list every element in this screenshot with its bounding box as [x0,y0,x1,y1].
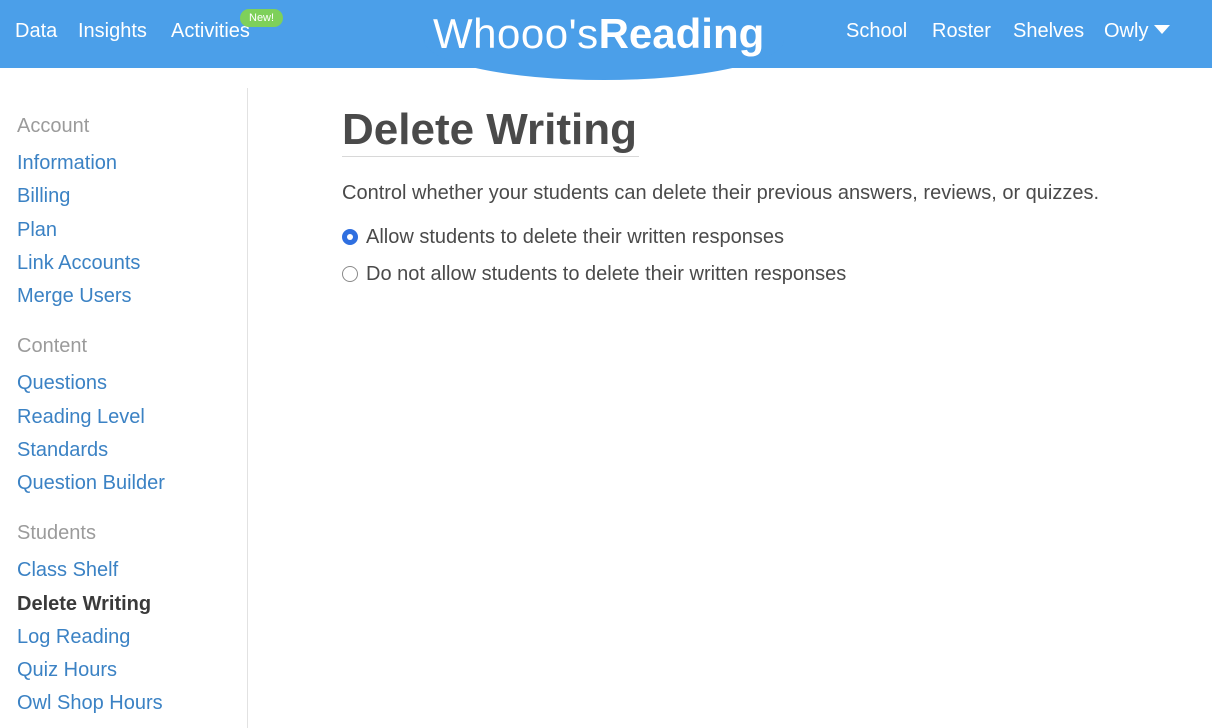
sidebar-item-delete-writing[interactable]: Delete Writing [17,591,151,617]
section-heading-account: Account [17,115,90,137]
user-menu[interactable]: Owly [1104,18,1171,44]
nav-school[interactable]: School [846,18,907,44]
sidebar-item-log-reading[interactable]: Log Reading [17,624,130,650]
logo-text-bold: Reading [598,10,765,57]
nav-insights[interactable]: Insights [78,18,147,44]
radio-allow-delete[interactable] [342,229,358,245]
logo-text-light: Whooo's [433,10,599,57]
section-heading-students: Students [17,522,96,544]
radio-disallow-delete[interactable] [342,266,358,282]
nav-roster[interactable]: Roster [932,18,991,44]
sidebar-item-information[interactable]: Information [17,150,117,176]
whooos-reading-logo[interactable]: Whooo'sReading [433,8,764,60]
option-allow-delete-label: Allow students to delete their written r… [366,226,784,248]
new-badge: New! [240,9,284,27]
option-disallow-delete[interactable]: Do not allow students to delete their wr… [342,261,846,287]
sidebar-item-standards[interactable]: Standards [17,437,108,463]
sidebar-item-question-builder[interactable]: Question Builder [17,470,165,496]
sidebar-item-quiz-hours[interactable]: Quiz Hours [17,657,117,683]
option-disallow-delete-label: Do not allow students to delete their wr… [366,263,847,285]
title-divider [342,156,639,157]
sidebar-item-link-accounts[interactable]: Link Accounts [17,250,140,276]
sidebar-item-owl-shop-hours[interactable]: Owl Shop Hours [17,690,163,716]
page-title: Delete Writing [342,105,638,154]
user-menu-label: Owly [1104,20,1149,42]
caret-down-icon [1154,25,1171,34]
sidebar-item-billing[interactable]: Billing [17,183,70,209]
sidebar-item-merge-users[interactable]: Merge Users [17,283,131,309]
sidebar-item-plan[interactable]: Plan [17,217,57,243]
nav-shelves[interactable]: Shelves [1013,18,1084,44]
section-heading-content: Content [17,335,88,357]
sidebar-item-questions[interactable]: Questions [17,370,107,396]
sidebar-item-reading-level[interactable]: Reading Level [17,404,145,430]
page-description: Control whether your students can delete… [342,182,1100,204]
option-allow-delete[interactable]: Allow students to delete their written r… [342,224,784,250]
nav-activities[interactable]: Activities [171,18,250,44]
nav-data[interactable]: Data [15,18,57,44]
sidebar-item-class-shelf[interactable]: Class Shelf [17,557,118,583]
